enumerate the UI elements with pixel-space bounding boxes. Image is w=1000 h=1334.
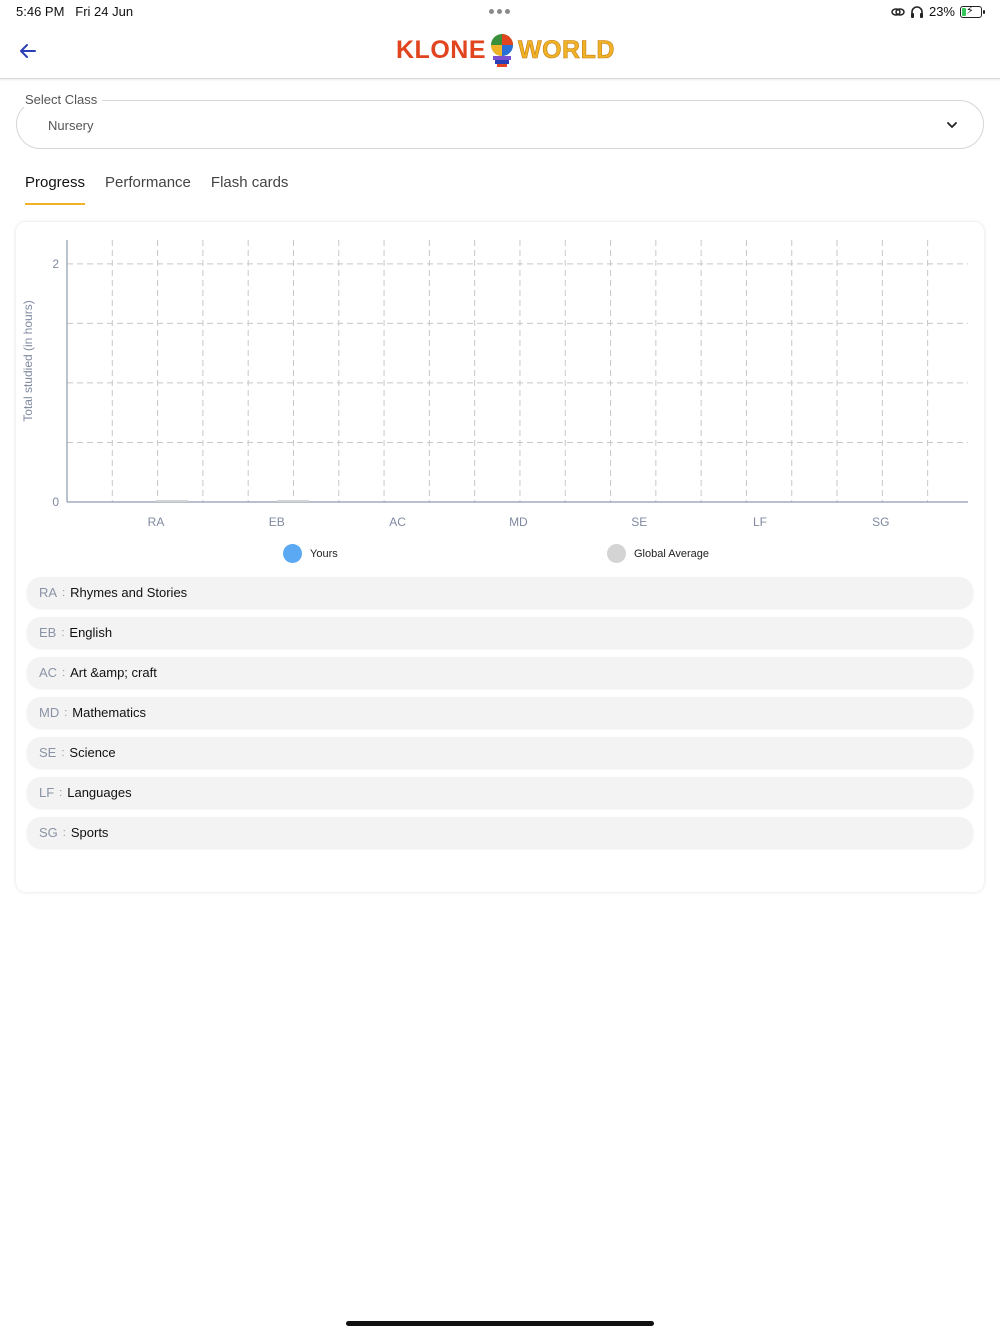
subject-list-item[interactable]: RA: Rhymes and Stories (27, 577, 973, 608)
legend-label-global-average: Global Average (634, 547, 710, 560)
arrow-left-icon (20, 44, 36, 58)
home-indicator[interactable] (346, 1321, 654, 1326)
x-tick-label: AC (389, 515, 406, 529)
subject-list-item[interactable]: SE: Science (27, 737, 973, 768)
back-button[interactable] (14, 38, 42, 64)
legend-label-yours: Yours (310, 547, 338, 560)
clock-date: Fri 24 Jun (75, 4, 134, 19)
legend-item-global-average[interactable]: Global Average (607, 544, 709, 563)
subject-name: Languages (67, 785, 132, 800)
subject-list-item[interactable]: AC: Art &amp; craft (27, 657, 973, 688)
x-tick-label: EB (269, 515, 285, 529)
chart-legend: Yours Global Average (16, 544, 984, 566)
subject-list-item[interactable]: LF: Languages (27, 777, 973, 808)
bar-global-average (156, 500, 188, 502)
subject-code: AC (39, 665, 58, 680)
subject-separator: : (59, 786, 63, 799)
class-select-value: Nursery (48, 118, 94, 133)
subject-name: English (69, 625, 113, 640)
x-tick-label: SG (872, 515, 889, 529)
subject-separator: : (61, 746, 65, 759)
x-tick-label: LF (753, 515, 767, 529)
headphones-icon (910, 5, 923, 18)
progress-card: 0 2 Total studied (in hours) RA EB AC MD SE LF SG… (16, 222, 984, 892)
bar-global-average (276, 500, 309, 502)
subject-code: SE (39, 745, 57, 760)
legend-swatch-yours (283, 544, 302, 563)
globe-books-icon (491, 34, 513, 67)
subject-separator: : (62, 586, 66, 599)
y-tick-label: 0 (52, 495, 59, 509)
subject-name: Sports (70, 825, 109, 840)
subject-code: MD (39, 705, 60, 720)
x-tick-label: RA (148, 515, 165, 529)
progress-bar-chart: 0 2 Total studied (in hours) RA EB AC MD SE LF SG (21, 240, 968, 529)
x-tick-label: MD (509, 515, 528, 529)
status-indicators: 23% ⚡ (891, 4, 985, 19)
link-icon (891, 7, 905, 16)
subject-name: Rhymes and Stories (70, 585, 188, 600)
chevron-down-icon (947, 122, 957, 128)
tab-performance[interactable]: Performance (105, 174, 191, 205)
x-tick-label: SE (631, 515, 647, 529)
logo-klone-text: KLONE (396, 35, 486, 64)
logo-world-text: WORLD (518, 35, 615, 64)
y-axis-label: Total studied (in hours) (21, 300, 35, 421)
app-header: KLONE WORLD (0, 24, 1000, 79)
battery-charging-icon: ⚡ (960, 5, 985, 18)
legend-swatch-global-average (607, 544, 626, 563)
status-time: 5:46 PM Fri 24 Jun (16, 4, 133, 19)
subject-separator: : (62, 826, 66, 839)
subject-list-item[interactable]: SG: Sports (27, 817, 973, 848)
legend-item-yours[interactable]: Yours (283, 544, 338, 563)
subject-list-item[interactable]: MD: Mathematics (27, 697, 973, 728)
subject-name: Science (69, 745, 116, 760)
tab-flash-cards[interactable]: Flash cards (211, 174, 289, 205)
subject-code: LF (39, 785, 55, 800)
subject-code: EB (39, 625, 57, 640)
multitasking-dots-icon[interactable] (489, 9, 510, 14)
subject-code: SG (39, 825, 58, 840)
y-tick-label: 2 (52, 257, 59, 271)
subject-list-item[interactable]: EB: English (27, 617, 973, 648)
clock-time: 5:46 PM (16, 4, 65, 19)
class-select-label: Select Class (20, 92, 103, 107)
subject-name: Mathematics (72, 705, 146, 720)
subject-code: RA (39, 585, 58, 600)
battery-percentage: 23% (928, 4, 955, 19)
subject-separator: : (61, 626, 65, 639)
tab-progress[interactable]: Progress (25, 174, 86, 205)
subject-separator: : (62, 666, 66, 679)
subject-name: Art &amp; craft (70, 665, 157, 680)
tab-bar: Progress Performance Flash cards (25, 174, 288, 205)
klone-world-logo: KLONE WORLD (396, 32, 615, 68)
subject-key-list: RA: Rhymes and Stories EB: English AC: Art &a… (27, 577, 973, 857)
subject-separator: : (64, 706, 68, 719)
status-bar: 5:46 PM Fri 24 Jun 23% ⚡ (0, 0, 1000, 24)
class-select-dropdown[interactable]: Nursery (16, 100, 984, 149)
